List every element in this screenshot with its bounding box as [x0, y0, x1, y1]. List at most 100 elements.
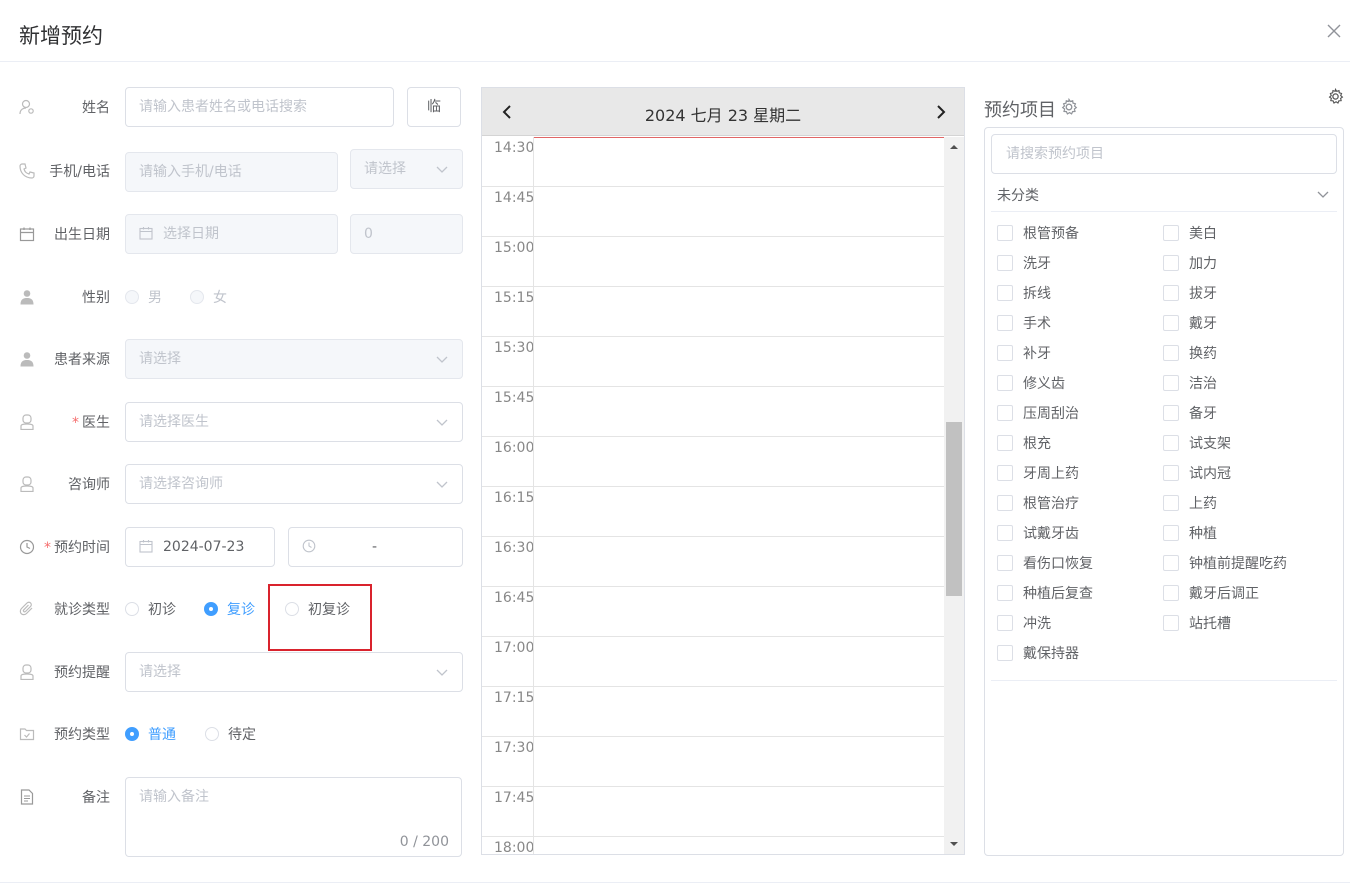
checkbox-box[interactable]: [1163, 344, 1179, 361]
checkbox-box[interactable]: [997, 644, 1013, 661]
checkbox-box[interactable]: [997, 254, 1013, 271]
gender-radio-female[interactable]: 女: [190, 287, 227, 307]
items-search-input[interactable]: 请搜索预约项目: [991, 134, 1337, 174]
item-checkbox[interactable]: 上药: [1163, 493, 1217, 513]
item-checkbox[interactable]: 试戴牙齿: [997, 523, 1079, 543]
checkbox-box[interactable]: [1163, 584, 1179, 601]
category-collapse-header[interactable]: 未分类: [991, 176, 1337, 212]
item-checkbox[interactable]: 压周刮治: [997, 403, 1079, 423]
checkbox-box[interactable]: [997, 524, 1013, 541]
item-checkbox[interactable]: 洗牙: [997, 253, 1051, 273]
checkbox-box[interactable]: [1163, 554, 1179, 571]
item-checkbox[interactable]: 根管治疗: [997, 493, 1079, 513]
item-checkbox[interactable]: 根充: [997, 433, 1051, 453]
time-slot-row[interactable]: 17:30: [482, 737, 944, 787]
scroll-up-arrow-icon[interactable]: [949, 142, 959, 152]
item-checkbox[interactable]: 根管预备: [997, 223, 1079, 243]
item-checkbox[interactable]: 试内冠: [1163, 463, 1231, 483]
checkbox-box[interactable]: [997, 554, 1013, 571]
time-slot-row[interactable]: 16:15: [482, 487, 944, 537]
item-checkbox[interactable]: 补牙: [997, 343, 1051, 363]
checkbox-box[interactable]: [1163, 284, 1179, 301]
checkbox-box[interactable]: [1163, 614, 1179, 631]
calendar-body[interactable]: 18:00 17:45 17:30 17:15 17:00 16:45 16:30 16:15…: [482, 137, 964, 854]
checkbox-box[interactable]: [997, 584, 1013, 601]
time-slot-row[interactable]: 17:45: [482, 787, 944, 837]
time-slot-row[interactable]: 17:00: [482, 637, 944, 687]
checkbox-box[interactable]: [1163, 434, 1179, 451]
item-checkbox[interactable]: 修义齿: [997, 373, 1065, 393]
time-slot-row[interactable]: 15:30: [482, 337, 944, 387]
appt-time-range-picker[interactable]: -: [288, 527, 463, 567]
checkbox-box[interactable]: [997, 374, 1013, 391]
checkbox-box[interactable]: [997, 404, 1013, 421]
item-checkbox[interactable]: 站托槽: [1163, 613, 1231, 633]
name-input[interactable]: 请输入患者姓名或电话搜索: [125, 87, 394, 127]
doctor-select[interactable]: 请选择医生: [125, 402, 463, 442]
temp-patient-button[interactable]: 临: [407, 87, 461, 127]
item-checkbox[interactable]: 戴牙: [1163, 313, 1217, 333]
time-slot-row[interactable]: 18:00: [482, 837, 944, 854]
checkbox-box[interactable]: [1163, 314, 1179, 331]
checkbox-box[interactable]: [997, 344, 1013, 361]
checkbox-box[interactable]: [1163, 464, 1179, 481]
phone-type-select[interactable]: 请选择: [350, 149, 463, 189]
age-input[interactable]: 0: [350, 214, 463, 254]
source-select[interactable]: 请选择: [125, 339, 463, 379]
time-slot-row[interactable]: 16:30: [482, 537, 944, 587]
phone-input[interactable]: 请输入手机/电话: [125, 152, 338, 192]
settings-gear-icon[interactable]: [1327, 88, 1344, 105]
appt-type-radio-normal[interactable]: 普通: [125, 724, 176, 744]
checkbox-box[interactable]: [997, 314, 1013, 331]
consultant-select[interactable]: 请选择咨询师: [125, 464, 463, 504]
item-checkbox[interactable]: 试支架: [1163, 433, 1231, 453]
item-checkbox[interactable]: 种植后复查: [997, 583, 1093, 603]
checkbox-box[interactable]: [1163, 374, 1179, 391]
gear-icon[interactable]: [1060, 98, 1078, 116]
time-slot-row[interactable]: 16:45: [482, 587, 944, 637]
calendar-scrollbar[interactable]: [944, 137, 964, 854]
visit-radio-return[interactable]: 复诊: [204, 599, 255, 619]
item-checkbox[interactable]: 冲洗: [997, 613, 1051, 633]
item-checkbox[interactable]: 美白: [1163, 223, 1217, 243]
item-checkbox[interactable]: 牙周上药: [997, 463, 1079, 483]
item-checkbox[interactable]: 戴保持器: [997, 643, 1079, 663]
checkbox-box[interactable]: [997, 224, 1013, 241]
item-checkbox[interactable]: 拔牙: [1163, 283, 1217, 303]
checkbox-box[interactable]: [997, 494, 1013, 511]
checkbox-box[interactable]: [1163, 494, 1179, 511]
scrollbar-thumb[interactable]: [946, 422, 962, 596]
reminder-select[interactable]: 请选择: [125, 652, 463, 692]
item-checkbox[interactable]: 拆线: [997, 283, 1051, 303]
checkbox-box[interactable]: [1163, 224, 1179, 241]
time-slot-row[interactable]: 14:45: [482, 187, 944, 237]
checkbox-box[interactable]: [997, 284, 1013, 301]
checkbox-box[interactable]: [1163, 254, 1179, 271]
time-slot-row[interactable]: 15:45: [482, 387, 944, 437]
checkbox-box[interactable]: [1163, 404, 1179, 421]
time-slot-row[interactable]: 15:15: [482, 287, 944, 337]
item-checkbox[interactable]: 备牙: [1163, 403, 1217, 423]
visit-radio-first[interactable]: 初诊: [125, 599, 176, 619]
time-slot-row[interactable]: 16:00: [482, 437, 944, 487]
item-checkbox[interactable]: 换药: [1163, 343, 1217, 363]
item-checkbox[interactable]: 手术: [997, 313, 1051, 333]
appt-type-radio-pending[interactable]: 待定: [205, 724, 256, 744]
time-slot-row[interactable]: 15:00: [482, 237, 944, 287]
appt-date-picker[interactable]: 2024-07-23: [125, 527, 275, 567]
time-slot-row[interactable]: 17:15: [482, 687, 944, 737]
item-checkbox[interactable]: 洁治: [1163, 373, 1217, 393]
checkbox-box[interactable]: [997, 614, 1013, 631]
birthday-date-picker[interactable]: 选择日期: [125, 214, 338, 254]
time-slot-row[interactable]: 14:30: [482, 137, 944, 187]
checkbox-box[interactable]: [997, 464, 1013, 481]
checkbox-box[interactable]: [1163, 524, 1179, 541]
checkbox-box[interactable]: [997, 434, 1013, 451]
item-checkbox[interactable]: 钟植前提醒吃药: [1163, 553, 1287, 573]
item-checkbox[interactable]: 戴牙后调正: [1163, 583, 1259, 603]
chevron-right-icon[interactable]: [934, 104, 948, 120]
scroll-down-arrow-icon[interactable]: [949, 839, 959, 849]
item-checkbox[interactable]: 种植: [1163, 523, 1217, 543]
remark-textarea[interactable]: 请输入备注 0 / 200: [125, 777, 462, 857]
item-checkbox[interactable]: 看伤口恢复: [997, 553, 1093, 573]
